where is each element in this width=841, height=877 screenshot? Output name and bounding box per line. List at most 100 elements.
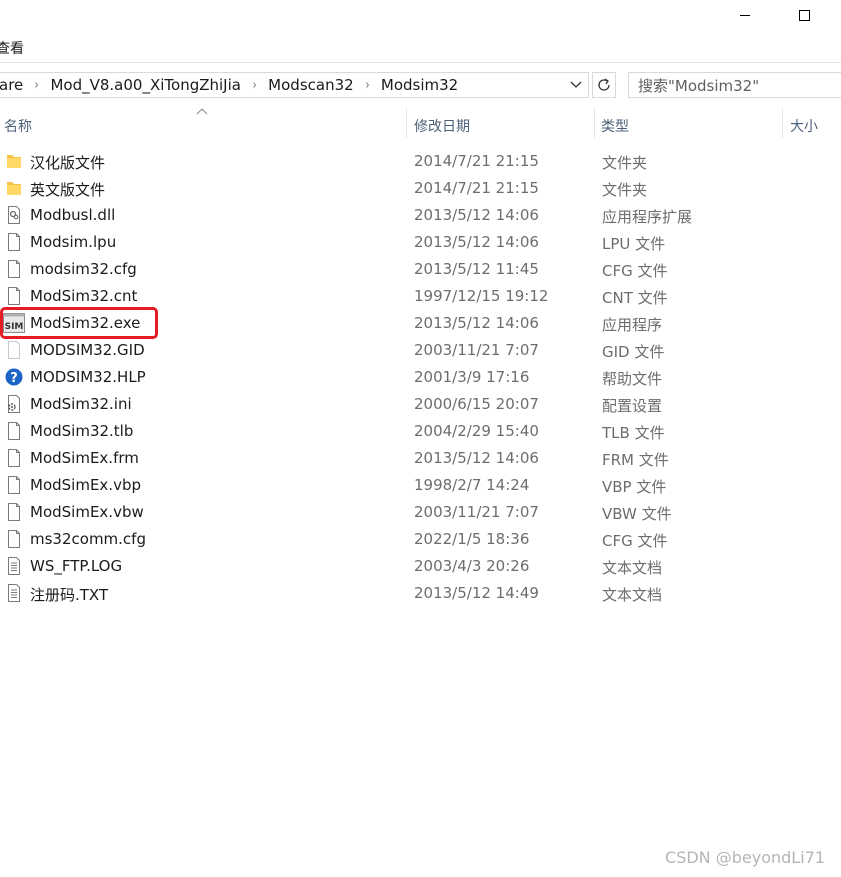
- file-type: 文本文档: [602, 586, 663, 604]
- sort-up-icon: [196, 108, 208, 115]
- file-row[interactable]: ModSim32.tlb 2004/2/29 15:40 TLB 文件: [0, 418, 841, 445]
- file-row[interactable]: modsim32.cfg 2013/5/12 11:45 CFG 文件: [0, 256, 841, 283]
- file-row[interactable]: ModSim32.ini 2000/6/15 20:07 配置设置: [0, 391, 841, 418]
- file-icon: [5, 475, 23, 495]
- file-icon: [5, 259, 23, 279]
- file-icon: [5, 421, 23, 441]
- file-icon: [5, 448, 23, 468]
- chevron-down-icon[interactable]: [570, 76, 582, 94]
- file-date: 2013/5/12 14:06: [414, 314, 539, 332]
- file-row[interactable]: Modsim.lpu 2013/5/12 14:06 LPU 文件: [0, 229, 841, 256]
- file-name[interactable]: ModSim32.cnt: [30, 287, 137, 305]
- file-date: 2014/7/21 21:15: [414, 179, 539, 197]
- dll-file-icon: [5, 205, 23, 225]
- file-name[interactable]: MODSIM32.HLP: [30, 368, 146, 386]
- file-name[interactable]: ModSimEx.frm: [30, 449, 139, 467]
- column-header-date[interactable]: 修改日期: [414, 116, 470, 136]
- breadcrumb-separator-icon[interactable]: ›: [365, 78, 369, 93]
- minimize-icon: [740, 14, 750, 16]
- file-name[interactable]: 注册码.TXT: [30, 584, 108, 605]
- file-date: 2003/11/21 7:07: [414, 503, 539, 521]
- file-row[interactable]: ModSim32.cnt 1997/12/15 19:12 CNT 文件: [0, 283, 841, 310]
- file-type: TLB 文件: [602, 424, 665, 442]
- svg-text:?: ?: [10, 371, 18, 386]
- file-name[interactable]: 汉化版文件: [30, 152, 105, 173]
- breadcrumb-item[interactable]: Modscan32: [268, 76, 354, 94]
- breadcrumb-item[interactable]: Modsim32: [381, 76, 458, 94]
- tab-view[interactable]: 查看: [0, 38, 24, 58]
- file-date: 1998/2/7 14:24: [414, 476, 530, 494]
- breadcrumb-separator-icon[interactable]: ›: [35, 78, 39, 93]
- column-divider[interactable]: [406, 108, 407, 138]
- file-row[interactable]: ModSimEx.frm 2013/5/12 14:06 FRM 文件: [0, 445, 841, 472]
- file-type: VBW 文件: [602, 505, 672, 523]
- file-type: GID 文件: [602, 343, 665, 361]
- blank-file-icon: [5, 340, 23, 360]
- file-row[interactable]: 英文版文件 2014/7/21 21:15 文件夹: [0, 175, 841, 202]
- file-date: 2013/5/12 14:06: [414, 233, 539, 251]
- file-row[interactable]: Modbusl.dll 2013/5/12 14:06 应用程序扩展: [0, 202, 841, 229]
- file-row[interactable]: 汉化版文件 2014/7/21 21:15 文件夹: [0, 148, 841, 175]
- file-icon: [5, 502, 23, 522]
- maximize-button[interactable]: [781, 0, 827, 30]
- file-name[interactable]: Modsim.lpu: [30, 233, 116, 251]
- file-date: 2003/11/21 7:07: [414, 341, 539, 359]
- file-date: 2013/5/12 14:06: [414, 449, 539, 467]
- refresh-button[interactable]: [592, 72, 616, 98]
- folder-icon: [5, 178, 23, 198]
- file-row[interactable]: ? MODSIM32.HLP 2001/3/9 17:16 帮助文件: [0, 364, 841, 391]
- breadcrumb-item[interactable]: are: [0, 76, 23, 94]
- breadcrumb-item[interactable]: Mod_V8.a00_XiTongZhiJia: [50, 76, 241, 94]
- file-name[interactable]: Modbusl.dll: [30, 206, 115, 224]
- breadcrumb-separator-icon[interactable]: ›: [253, 78, 257, 93]
- file-row[interactable]: ms32comm.cfg 2022/1/5 18:36 CFG 文件: [0, 526, 841, 553]
- file-name[interactable]: MODSIM32.GID: [30, 341, 145, 359]
- file-type: CNT 文件: [602, 289, 668, 307]
- minimize-button[interactable]: [722, 0, 768, 30]
- file-icon: [5, 286, 23, 306]
- maximize-icon: [798, 9, 810, 21]
- address-bar[interactable]: are › Mod_V8.a00_XiTongZhiJia › Modscan3…: [0, 72, 589, 98]
- file-date: 2001/3/9 17:16: [414, 368, 530, 386]
- file-type: FRM 文件: [602, 451, 669, 469]
- search-input[interactable]: 搜索"Modsim32": [628, 72, 841, 98]
- file-name[interactable]: ModSimEx.vbw: [30, 503, 144, 521]
- file-name[interactable]: WS_FTP.LOG: [30, 557, 122, 575]
- file-date: 2022/1/5 18:36: [414, 530, 530, 548]
- title-bar: [0, 0, 841, 32]
- file-row[interactable]: ModSimEx.vbw 2003/11/21 7:07 VBW 文件: [0, 499, 841, 526]
- column-header-type[interactable]: 类型: [601, 116, 629, 136]
- file-date: 2000/6/15 20:07: [414, 395, 539, 413]
- column-header-name[interactable]: 名称: [4, 116, 32, 136]
- file-type: 文件夹: [602, 154, 648, 172]
- file-type: 应用程序: [602, 316, 663, 334]
- file-type: 文件夹: [602, 181, 648, 199]
- file-name[interactable]: ModSimEx.vbp: [30, 476, 141, 494]
- refresh-icon: [598, 78, 610, 91]
- file-type: CFG 文件: [602, 262, 668, 280]
- file-type: LPU 文件: [602, 235, 666, 253]
- column-divider[interactable]: [594, 108, 595, 138]
- column-header-size[interactable]: 大小: [790, 116, 818, 136]
- file-date: 2004/2/29 15:40: [414, 422, 539, 440]
- file-row[interactable]: ModSimEx.vbp 1998/2/7 14:24 VBP 文件: [0, 472, 841, 499]
- file-name[interactable]: ModSim32.tlb: [30, 422, 133, 440]
- file-row[interactable]: MODSIM32.GID 2003/11/21 7:07 GID 文件: [0, 337, 841, 364]
- file-type: 配置设置: [602, 397, 663, 415]
- file-name[interactable]: ModSim32.ini: [30, 395, 132, 413]
- column-header-row: 名称 修改日期 类型 大小: [0, 108, 841, 140]
- ini-file-icon: [5, 394, 23, 414]
- file-icon: [5, 232, 23, 252]
- file-type: CFG 文件: [602, 532, 668, 550]
- folder-icon: [5, 151, 23, 171]
- column-divider[interactable]: [782, 108, 783, 138]
- file-name[interactable]: ms32comm.cfg: [30, 530, 146, 548]
- file-row[interactable]: 注册码.TXT 2013/5/12 14:49 文本文档: [0, 580, 841, 607]
- file-name[interactable]: 英文版文件: [30, 179, 105, 200]
- file-date: 2013/5/12 14:49: [414, 584, 539, 602]
- file-row[interactable]: WS_FTP.LOG 2003/4/3 20:26 文本文档: [0, 553, 841, 580]
- file-name[interactable]: modsim32.cfg: [30, 260, 137, 278]
- file-icon: [5, 529, 23, 549]
- file-date: 2014/7/21 21:15: [414, 152, 539, 170]
- file-date: 2003/4/3 20:26: [414, 557, 530, 575]
